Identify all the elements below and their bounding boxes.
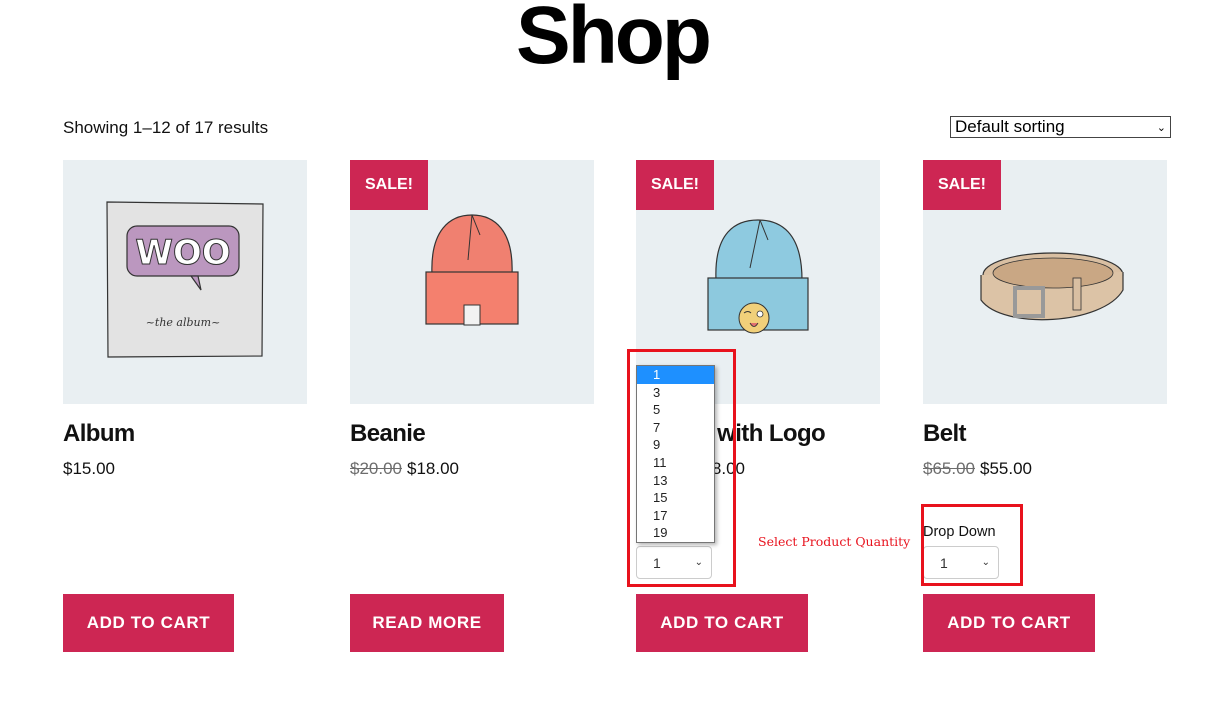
sale-badge: SALE!: [350, 160, 428, 210]
svg-text:WOO: WOO: [135, 233, 230, 273]
product-image[interactable]: SALE!: [923, 160, 1167, 404]
original-price: $65.00: [923, 459, 975, 478]
product-title[interactable]: Belt: [923, 420, 967, 448]
add-to-cart-button[interactable]: ADD TO CART: [63, 594, 234, 652]
product-card: SALE! Beanie $20.00 $18.00 READ MORE: [350, 160, 594, 652]
product-price: $65.00 $55.00: [923, 459, 1032, 479]
product-image[interactable]: SALE!: [350, 160, 594, 404]
sort-select[interactable]: Default sorting ⌄: [950, 116, 1171, 138]
svg-text:~the album~: ~the album~: [146, 316, 221, 329]
product-image[interactable]: WOO ~the album~: [63, 160, 307, 404]
product-card: WOO ~the album~ Album $15.00 ADD TO CART: [63, 160, 307, 652]
sale-badge: SALE!: [636, 160, 714, 210]
current-price: $18.00: [407, 459, 459, 478]
result-count: Showing 1–12 of 17 results: [63, 118, 269, 137]
page-title: Shop: [516, 0, 712, 81]
sort-selected-value: Default sorting: [955, 117, 1065, 136]
chevron-down-icon: ⌄: [1156, 121, 1166, 134]
current-price: $55.00: [980, 459, 1032, 478]
add-to-cart-button[interactable]: ADD TO CART: [923, 594, 1095, 652]
product-price: $20.00 $18.00: [350, 459, 459, 479]
product-title[interactable]: Beanie: [350, 420, 426, 448]
annotation-box: [627, 349, 736, 587]
current-price: $15.00: [63, 459, 115, 478]
annotation-label: Select Product Quantity: [758, 534, 911, 549]
album-icon: WOO ~the album~: [106, 201, 264, 358]
original-price: $20.00: [350, 459, 402, 478]
annotation-box: [921, 504, 1023, 586]
product-card: SALE! Belt $65.00 $55.00 Drop Down 1 ⌄ AD…: [923, 160, 1167, 652]
add-to-cart-button[interactable]: ADD TO CART: [636, 594, 808, 652]
sale-badge: SALE!: [923, 160, 1001, 210]
product-price: $15.00: [63, 459, 115, 479]
read-more-button[interactable]: READ MORE: [350, 594, 504, 652]
product-title[interactable]: Album: [63, 420, 135, 448]
